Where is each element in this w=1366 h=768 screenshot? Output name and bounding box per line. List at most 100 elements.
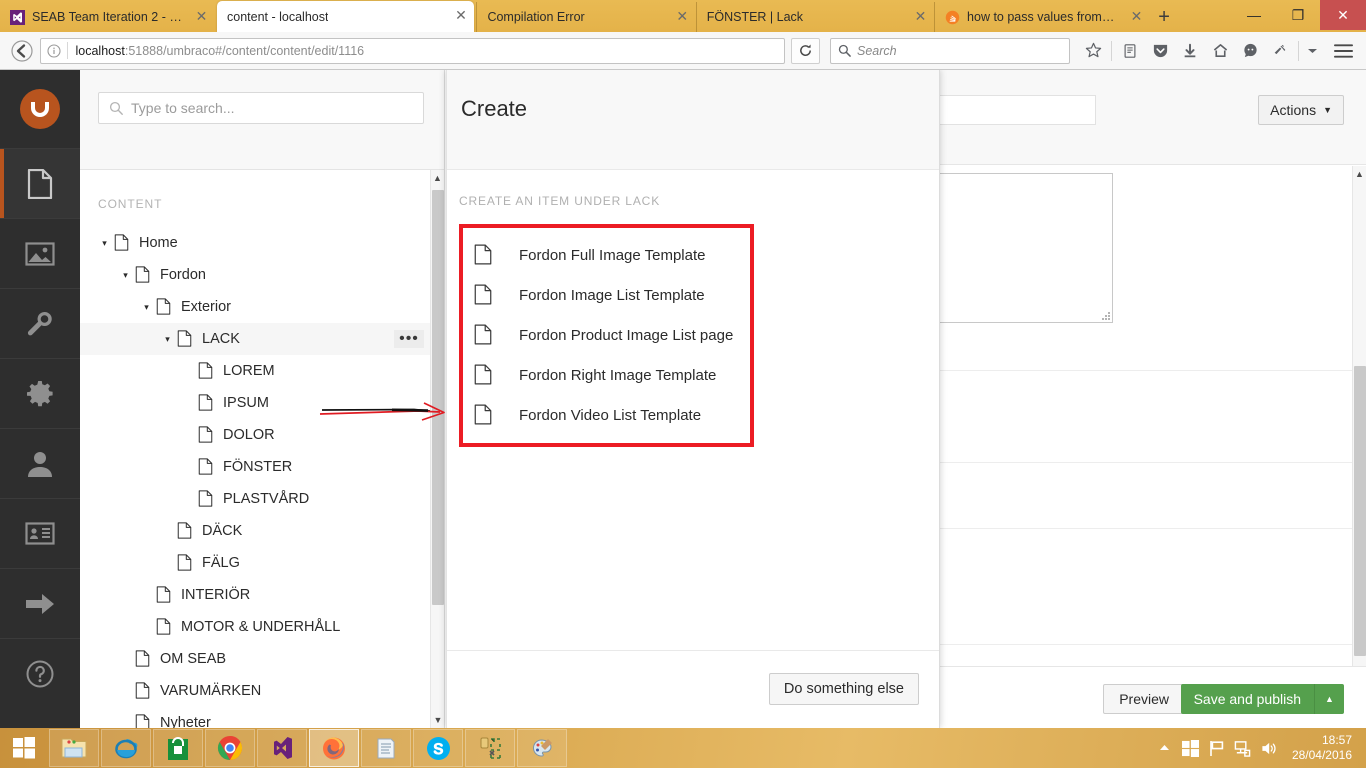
browser-tab-1[interactable]: content - localhost ✕ <box>217 1 475 32</box>
tree-search-input[interactable]: Type to search... <box>98 92 424 124</box>
hamburger-menu-icon[interactable] <box>1328 37 1358 65</box>
bookmark-star-icon[interactable] <box>1078 37 1108 65</box>
caret-expanded-icon[interactable]: ▾ <box>119 269 132 282</box>
tree-node-fordon[interactable]: ▾ Fordon <box>80 259 444 291</box>
network-icon[interactable] <box>1230 728 1256 768</box>
scroll-down-arrow[interactable]: ▼ <box>431 712 444 728</box>
tree-node-dolor[interactable]: DOLOR <box>80 419 444 451</box>
caret-expanded-icon[interactable]: ▾ <box>161 333 174 346</box>
scrollbar-thumb[interactable] <box>432 190 444 605</box>
taskbar-file-explorer[interactable] <box>49 729 99 767</box>
umbraco-logo[interactable] <box>0 70 80 148</box>
sidebar-item-forms[interactable] <box>0 568 80 638</box>
taskbar-visual-studio[interactable] <box>257 729 307 767</box>
windows-security-icon[interactable] <box>1178 728 1204 768</box>
browser-tab-2[interactable]: Compilation Error ✕ <box>476 2 695 32</box>
sidebar-item-help[interactable] <box>0 638 80 708</box>
close-window-button[interactable]: ✕ <box>1320 0 1366 30</box>
back-button[interactable] <box>8 37 36 65</box>
tree-node-nyheter[interactable]: Nyheter <box>80 707 444 728</box>
taskbar-notepad[interactable] <box>361 729 411 767</box>
new-tab-button[interactable]: + <box>1150 2 1178 32</box>
volume-icon[interactable] <box>1256 728 1282 768</box>
show-hidden-icons[interactable] <box>1152 728 1178 768</box>
sidebar-item-members[interactable] <box>0 498 80 568</box>
tree-node-varum-rken[interactable]: VARUMÄRKEN <box>80 675 444 707</box>
reader-icon[interactable] <box>1115 37 1145 65</box>
tree-node-plastv-rd[interactable]: PLASTVÅRD <box>80 483 444 515</box>
sidebar-item-content[interactable] <box>0 148 80 218</box>
taskbar-snipping-tool[interactable] <box>465 729 515 767</box>
taskbar-clock[interactable]: 18:57 28/04/2016 <box>1292 733 1356 763</box>
taskbar-paint[interactable] <box>517 729 567 767</box>
sidebar-item-users[interactable] <box>0 428 80 498</box>
close-icon[interactable]: ✕ <box>675 10 690 25</box>
publish-options-caret-icon[interactable]: ▲ <box>1314 684 1344 714</box>
create-item-0[interactable]: Fordon Full Image Template <box>463 235 750 275</box>
page-info-icon[interactable] <box>46 43 61 58</box>
tree-node-ipsum[interactable]: IPSUM <box>80 387 444 419</box>
tree-scrollbar[interactable]: ▲ ▼ <box>430 170 444 728</box>
caret-expanded-icon[interactable]: ▾ <box>140 301 153 314</box>
resize-grip-icon[interactable] <box>1101 311 1110 320</box>
tree-node-home[interactable]: ▾ Home <box>80 227 444 259</box>
sidebar-item-settings[interactable] <box>0 288 80 358</box>
save-and-publish-button[interactable]: Save and publish <box>1180 684 1314 714</box>
rich-text-field[interactable] <box>924 173 1113 323</box>
tree-node-d-ck[interactable]: DÄCK <box>80 515 444 547</box>
scrollbar-thumb[interactable] <box>1354 366 1366 656</box>
create-item-2[interactable]: Fordon Product Image List page <box>463 315 750 355</box>
address-bar[interactable]: localhost:51888/umbraco#/content/content… <box>39 37 785 64</box>
tree-node-f-lg[interactable]: FÄLG <box>80 547 444 579</box>
scroll-up-arrow[interactable]: ▲ <box>1353 166 1366 182</box>
editor-scrollbar[interactable]: ▲ ▼ <box>1352 166 1366 728</box>
document-icon <box>198 490 214 508</box>
tree-node-f-nster[interactable]: FÖNSTER <box>80 451 444 483</box>
caret-spacer <box>140 589 153 602</box>
umbraco-app: Type to search... CONTENT ▾ Home ▾ Fordon ▾ E… <box>0 70 1366 728</box>
browser-tab-4[interactable]: how to pass values from o... ✕ <box>934 2 1150 32</box>
browser-tab-0[interactable]: SEAB Team Iteration 2 - Vi... ✕ <box>0 2 215 32</box>
browser-tab-3[interactable]: FÖNSTER | Lack ✕ <box>695 2 934 32</box>
reload-icon[interactable] <box>790 37 820 64</box>
close-icon[interactable]: ✕ <box>453 9 468 24</box>
overflow-chevron-icon[interactable] <box>1302 37 1322 65</box>
tree-node-exterior[interactable]: ▾ Exterior <box>80 291 444 323</box>
preview-button[interactable]: Preview <box>1103 684 1185 714</box>
close-icon[interactable]: ✕ <box>194 10 209 25</box>
extension-icon[interactable] <box>1265 37 1295 65</box>
close-icon[interactable]: ✕ <box>913 10 928 25</box>
tree-node-om-seab[interactable]: OM SEAB <box>80 643 444 675</box>
downloads-icon[interactable] <box>1175 37 1205 65</box>
restore-button[interactable]: ❐ <box>1276 0 1320 30</box>
tree-node-interi-r[interactable]: INTERIÖR <box>80 579 444 611</box>
taskbar-internet-explorer[interactable] <box>101 729 151 767</box>
tree-node-motor-underh-ll[interactable]: MOTOR & UNDERHÅLL <box>80 611 444 643</box>
home-icon[interactable] <box>1205 37 1235 65</box>
sync-avatar-icon[interactable] <box>1235 37 1265 65</box>
caret-expanded-icon[interactable]: ▾ <box>98 237 111 250</box>
taskbar-skype[interactable] <box>413 729 463 767</box>
create-item-4[interactable]: Fordon Video List Template <box>463 395 750 435</box>
sidebar-item-developer[interactable] <box>0 358 80 428</box>
taskbar-google-chrome[interactable] <box>205 729 255 767</box>
actions-button[interactable]: Actions ▼ <box>1258 95 1344 125</box>
sidebar-item-media[interactable] <box>0 218 80 288</box>
pocket-icon[interactable] <box>1145 37 1175 65</box>
search-input[interactable]: Search <box>830 37 1070 64</box>
do-something-else-button[interactable]: Do something else <box>768 673 919 705</box>
scroll-up-arrow[interactable]: ▲ <box>431 170 444 186</box>
close-icon[interactable]: ✕ <box>1129 10 1144 25</box>
tree-node-lorem[interactable]: LOREM <box>80 355 444 387</box>
taskbar-microsoft-store[interactable] <box>153 729 203 767</box>
taskbar-mozilla-firefox[interactable] <box>309 729 359 767</box>
tree-node-options-button[interactable]: ••• <box>394 330 424 348</box>
flag-icon[interactable] <box>1204 728 1230 768</box>
tree-node-lack[interactable]: ▾ LACK ••• <box>80 323 444 355</box>
create-item-3[interactable]: Fordon Right Image Template <box>463 355 750 395</box>
node-name-input[interactable] <box>936 95 1096 125</box>
skype-icon <box>426 736 450 760</box>
create-item-1[interactable]: Fordon Image List Template <box>463 275 750 315</box>
minimize-button[interactable]: — <box>1232 0 1276 30</box>
start-button[interactable] <box>0 728 48 768</box>
